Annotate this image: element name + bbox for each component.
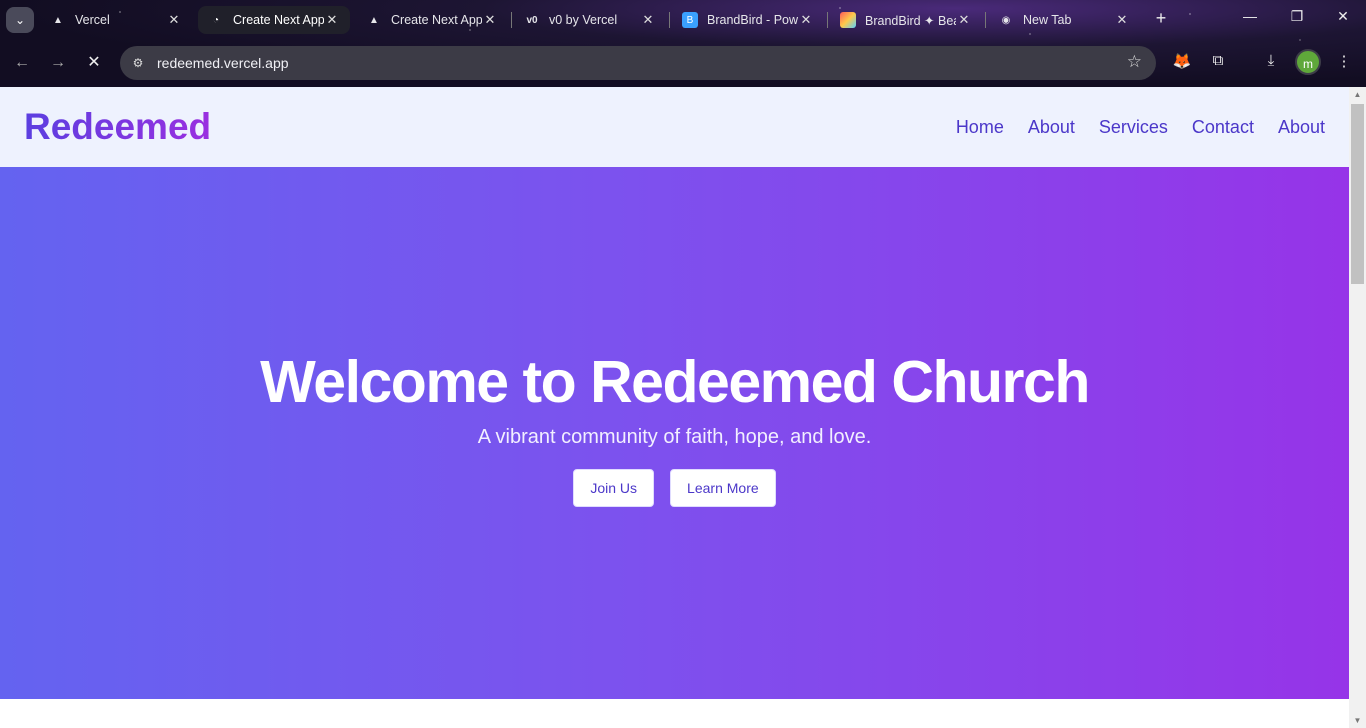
tab-search-button[interactable]: ⌄ [6,7,34,33]
vercel-icon: ▲ [53,14,63,26]
plus-icon: + [1155,8,1167,28]
stop-loading-button[interactable]: ✕ [82,52,106,76]
tab-vercel[interactable]: ▲ Vercel ✕ [40,6,192,34]
downloads-button[interactable]: ⤓ [1260,52,1282,74]
join-us-button[interactable]: Join Us [573,468,655,507]
tab-create-next-app[interactable]: ▲ Create Next App ✕ [356,6,508,34]
star-icon[interactable]: ☆ [1127,52,1142,72]
main-nav: Home About Services Contact About [932,117,1325,138]
chrome-icon: ◉ [1001,14,1011,26]
arrow-left-icon: ← [14,54,30,71]
tab-brandbird-beautify[interactable]: BrandBird ✦ Bea ✕ [830,6,982,34]
close-icon[interactable]: ✕ [166,12,182,28]
web-page: Redeemed Home About Services Contact Abo… [0,87,1349,728]
puzzle-icon: ⧉ [1212,52,1224,69]
browser-chrome: ⌄ ▲ Vercel ✕ ◔ Create Next App ✕ ▲ Creat… [0,0,1366,87]
tab-separator [985,12,986,28]
tab-title: v0 by Vercel [549,13,618,27]
tab-v0[interactable]: v0 v0 by Vercel ✕ [514,6,666,34]
forward-button[interactable]: → [46,52,70,76]
tab-title: BrandBird ✦ Bea [865,13,956,28]
extensions-button[interactable]: ⧉ [1207,52,1229,74]
tab-title: New Tab [1023,13,1072,27]
close-icon: ✕ [1337,8,1349,24]
scroll-down-icon[interactable]: ▼ [1349,716,1366,725]
nav-link-about-2[interactable]: About [1278,117,1325,138]
metamask-extension[interactable]: 🦊 [1171,52,1193,74]
browser-toolbar: ← → ✕ ⚙ redeemed.vercel.app ☆ 🦊 ⧉ ⤓ m ⋮ [0,40,1366,87]
tab-separator [669,12,670,28]
close-icon[interactable]: ✕ [324,12,340,28]
hero-cta-group: Join Us Learn More [573,468,776,507]
tab-title: Create Next App [233,13,324,27]
nav-link-home[interactable]: Home [956,117,1004,138]
nextjs-loading-icon: ◔ [212,14,220,26]
hero-section: Welcome to Redeemed Church A vibrant com… [0,167,1349,699]
site-header: Redeemed Home About Services Contact Abo… [0,87,1349,167]
profile-avatar[interactable]: m [1295,49,1321,75]
brandbird-rainbow-icon [840,12,856,28]
nav-link-services[interactable]: Services [1099,117,1168,138]
close-icon: ✕ [87,54,101,71]
close-icon[interactable]: ✕ [956,12,972,28]
page-scrollbar[interactable]: ▲ ▼ [1349,87,1366,728]
brandbird-icon: B [682,12,698,28]
scrollbar-thumb[interactable] [1351,104,1364,284]
site-settings-icon[interactable]: ⚙ [124,51,152,75]
tab-title: Create Next App [391,13,482,27]
site-logo[interactable]: Redeemed [24,106,211,148]
scroll-up-icon[interactable]: ▲ [1349,90,1366,99]
back-button[interactable]: ← [10,52,34,76]
tab-new-tab[interactable]: ◉ New Tab ✕ [988,6,1140,34]
tab-separator [511,12,512,28]
chevron-down-icon: ⌄ [14,13,26,27]
fox-icon: 🦊 [1172,53,1192,70]
close-icon[interactable]: ✕ [798,12,814,28]
download-icon: ⤓ [1267,52,1275,69]
address-bar[interactable]: ⚙ redeemed.vercel.app ☆ [120,46,1156,80]
close-icon[interactable]: ✕ [1114,12,1130,28]
minimize-button[interactable]: — [1238,8,1262,24]
nav-link-about[interactable]: About [1028,117,1075,138]
minimize-icon: — [1243,8,1257,24]
close-icon[interactable]: ✕ [640,12,656,28]
tab-brandbird[interactable]: B BrandBird - Pow ✕ [672,6,824,34]
tab-title: Vercel [75,13,110,27]
v0-icon: v0 [526,14,538,26]
learn-more-button[interactable]: Learn More [670,468,776,507]
close-icon[interactable]: ✕ [482,12,498,28]
close-window-button[interactable]: ✕ [1331,8,1355,25]
tab-strip: ⌄ ▲ Vercel ✕ ◔ Create Next App ✕ ▲ Creat… [0,0,1366,40]
browser-menu-button[interactable]: ⋮ [1333,52,1355,74]
url-text[interactable]: redeemed.vercel.app [157,55,289,71]
hero-title: Welcome to Redeemed Church [260,348,1090,415]
kebab-menu-icon: ⋮ [1336,53,1352,70]
vercel-icon: ▲ [369,14,379,26]
arrow-right-icon: → [50,54,66,71]
restore-button[interactable]: ❐ [1285,8,1309,25]
new-tab-button[interactable]: + [1150,8,1172,30]
nav-link-contact[interactable]: Contact [1192,117,1254,138]
hero-subtitle: A vibrant community of faith, hope, and … [477,425,872,448]
tab-create-next-app-active[interactable]: ◔ Create Next App ✕ [198,6,350,34]
restore-icon: ❐ [1290,8,1304,24]
tab-separator [827,12,828,28]
tab-title: BrandBird - Pow [707,13,798,27]
